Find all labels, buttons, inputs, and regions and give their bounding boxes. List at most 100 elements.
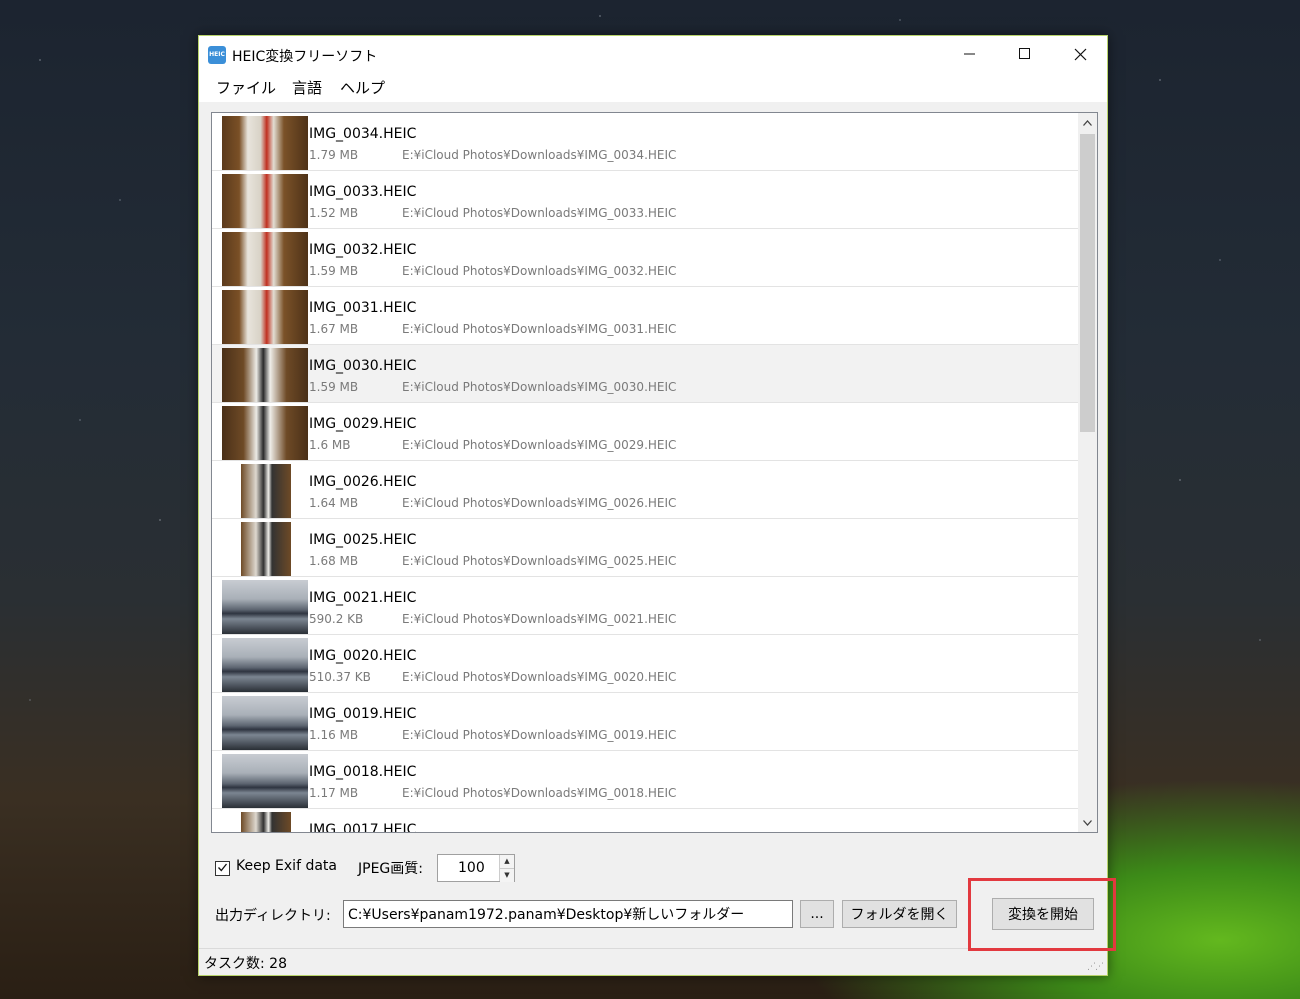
list-item[interactable]: IMG_0026.HEIC 1.64 MB E:¥iCloud Photos¥D… xyxy=(212,461,1078,519)
file-path: E:¥iCloud Photos¥Downloads¥IMG_0019.HEIC xyxy=(402,728,677,742)
scroll-down-icon[interactable] xyxy=(1078,813,1097,832)
file-path: E:¥iCloud Photos¥Downloads¥IMG_0018.HEIC xyxy=(402,786,677,800)
file-name: IMG_0025.HEIC xyxy=(309,532,417,548)
file-thumbnail xyxy=(222,174,308,228)
status-bar: タスク数: 28 ⋰⋰ xyxy=(199,948,1107,975)
minimize-icon xyxy=(964,53,975,55)
minimize-button[interactable] xyxy=(943,36,997,72)
window-title: HEIC変換フリーソフト xyxy=(232,49,378,65)
file-size: 1.16 MB xyxy=(309,728,359,742)
list-item[interactable]: IMG_0034.HEIC 1.79 MB E:¥iCloud Photos¥D… xyxy=(212,113,1078,171)
stepper-down-icon[interactable]: ▼ xyxy=(500,869,514,882)
list-item[interactable]: IMG_0018.HEIC 1.17 MB E:¥iCloud Photos¥D… xyxy=(212,751,1078,809)
file-size: 1.79 MB xyxy=(309,148,359,162)
keep-exif-checkbox[interactable] xyxy=(215,861,230,876)
file-thumbnail xyxy=(222,348,308,402)
file-size: 510.37 KB xyxy=(309,670,371,684)
file-thumbnail xyxy=(222,754,308,808)
file-thumbnail xyxy=(222,116,308,170)
file-name: IMG_0020.HEIC xyxy=(309,648,417,664)
list-item[interactable]: IMG_0030.HEIC 1.59 MB E:¥iCloud Photos¥D… xyxy=(212,345,1078,403)
menu-help[interactable]: ヘルプ xyxy=(340,77,385,98)
file-path: E:¥iCloud Photos¥Downloads¥IMG_0025.HEIC xyxy=(402,554,677,568)
file-thumbnail xyxy=(241,812,291,832)
scroll-up-icon[interactable] xyxy=(1078,113,1097,132)
file-size: 1.59 MB xyxy=(309,264,359,278)
vertical-scrollbar[interactable] xyxy=(1078,113,1097,832)
file-path: E:¥iCloud Photos¥Downloads¥IMG_0030.HEIC xyxy=(402,380,677,394)
app-window: HEIC HEIC変換フリーソフト ファイル 言語 ヘルプ IMG_0034.H… xyxy=(198,35,1108,976)
app-icon: HEIC xyxy=(208,46,226,64)
file-name: IMG_0031.HEIC xyxy=(309,300,417,316)
file-thumbnail xyxy=(222,580,308,634)
title-bar: HEIC HEIC変換フリーソフト xyxy=(199,36,1107,72)
list-item[interactable]: IMG_0025.HEIC 1.68 MB E:¥iCloud Photos¥D… xyxy=(212,519,1078,577)
file-thumbnail xyxy=(241,522,291,576)
file-path: E:¥iCloud Photos¥Downloads¥IMG_0031.HEIC xyxy=(402,322,677,336)
file-size: 1.67 MB xyxy=(309,322,359,336)
file-size: 1.68 MB xyxy=(309,554,359,568)
file-path: E:¥iCloud Photos¥Downloads¥IMG_0033.HEIC xyxy=(402,206,677,220)
file-name: IMG_0026.HEIC xyxy=(309,474,417,490)
list-item[interactable]: IMG_0021.HEIC 590.2 KB E:¥iCloud Photos¥… xyxy=(212,577,1078,635)
maximize-icon xyxy=(1019,48,1030,59)
file-name: IMG_0032.HEIC xyxy=(309,242,417,258)
jpeg-quality-stepper[interactable]: 100 ▲ ▼ xyxy=(437,854,515,882)
scrollbar-thumb[interactable] xyxy=(1080,134,1095,432)
file-thumbnail xyxy=(222,406,308,460)
file-path: E:¥iCloud Photos¥Downloads¥IMG_0021.HEIC xyxy=(402,612,677,626)
task-count: タスク数: 28 xyxy=(204,956,287,972)
file-name: IMG_0018.HEIC xyxy=(309,764,417,780)
output-row: 出力ディレクトリ: C:¥Users¥panam1972.panam¥Deskt… xyxy=(215,898,1095,930)
file-size: 1.6 MB xyxy=(309,438,351,452)
file-thumbnail xyxy=(241,464,291,518)
list-item[interactable]: IMG_0020.HEIC 510.37 KB E:¥iCloud Photos… xyxy=(212,635,1078,693)
file-path: E:¥iCloud Photos¥Downloads¥IMG_0026.HEIC xyxy=(402,496,677,510)
file-size: 1.64 MB xyxy=(309,496,359,510)
file-list[interactable]: IMG_0034.HEIC 1.79 MB E:¥iCloud Photos¥D… xyxy=(211,112,1098,833)
menu-file[interactable]: ファイル xyxy=(216,77,276,98)
list-item[interactable]: IMG_0033.HEIC 1.52 MB E:¥iCloud Photos¥D… xyxy=(212,171,1078,229)
jpeg-quality-label: JPEG画質: xyxy=(358,861,423,877)
browse-button[interactable]: ... xyxy=(800,900,834,928)
file-thumbnail xyxy=(222,696,308,750)
file-name: IMG_0033.HEIC xyxy=(309,184,417,200)
file-name: IMG_0034.HEIC xyxy=(309,126,417,142)
resize-grip-icon[interactable]: ⋰⋰ xyxy=(1087,962,1104,972)
file-name: IMG_0017.HEIC xyxy=(309,822,417,833)
output-dir-input[interactable]: C:¥Users¥panam1972.panam¥Desktop¥新しいフォルダ… xyxy=(343,900,793,928)
checkmark-icon xyxy=(218,863,228,872)
options-row: Keep Exif data JPEG画質: 100 ▲ ▼ xyxy=(215,854,615,885)
maximize-button[interactable] xyxy=(998,36,1052,72)
close-icon xyxy=(1074,48,1086,60)
file-thumbnail xyxy=(222,290,308,344)
highlight-annotation xyxy=(968,878,1116,951)
file-name: IMG_0029.HEIC xyxy=(309,416,417,432)
jpeg-quality-value[interactable]: 100 xyxy=(458,860,485,876)
list-item[interactable]: IMG_0032.HEIC 1.59 MB E:¥iCloud Photos¥D… xyxy=(212,229,1078,287)
file-path: E:¥iCloud Photos¥Downloads¥IMG_0034.HEIC xyxy=(402,148,677,162)
file-thumbnail xyxy=(222,638,308,692)
file-thumbnail xyxy=(222,232,308,286)
output-dir-label: 出力ディレクトリ: xyxy=(215,908,331,924)
file-name: IMG_0019.HEIC xyxy=(309,706,417,722)
open-folder-button[interactable]: フォルダを開く xyxy=(842,900,957,928)
file-size: 1.17 MB xyxy=(309,786,359,800)
menu-bar: ファイル 言語 ヘルプ xyxy=(199,72,1107,102)
list-item[interactable]: IMG_0029.HEIC 1.6 MB E:¥iCloud Photos¥Do… xyxy=(212,403,1078,461)
file-path: E:¥iCloud Photos¥Downloads¥IMG_0032.HEIC xyxy=(402,264,677,278)
file-name: IMG_0021.HEIC xyxy=(309,590,417,606)
close-button[interactable] xyxy=(1053,36,1107,72)
list-item[interactable]: IMG_0017.HEIC xyxy=(212,809,1078,833)
list-item[interactable]: IMG_0019.HEIC 1.16 MB E:¥iCloud Photos¥D… xyxy=(212,693,1078,751)
keep-exif-label[interactable]: Keep Exif data xyxy=(236,858,337,874)
file-path: E:¥iCloud Photos¥Downloads¥IMG_0020.HEIC xyxy=(402,670,677,684)
menu-language[interactable]: 言語 xyxy=(292,77,322,98)
file-size: 1.59 MB xyxy=(309,380,359,394)
file-name: IMG_0030.HEIC xyxy=(309,358,417,374)
list-item[interactable]: IMG_0031.HEIC 1.67 MB E:¥iCloud Photos¥D… xyxy=(212,287,1078,345)
stepper-buttons: ▲ ▼ xyxy=(499,855,514,882)
stepper-up-icon[interactable]: ▲ xyxy=(500,855,514,869)
file-size: 590.2 KB xyxy=(309,612,364,626)
file-path: E:¥iCloud Photos¥Downloads¥IMG_0029.HEIC xyxy=(402,438,677,452)
